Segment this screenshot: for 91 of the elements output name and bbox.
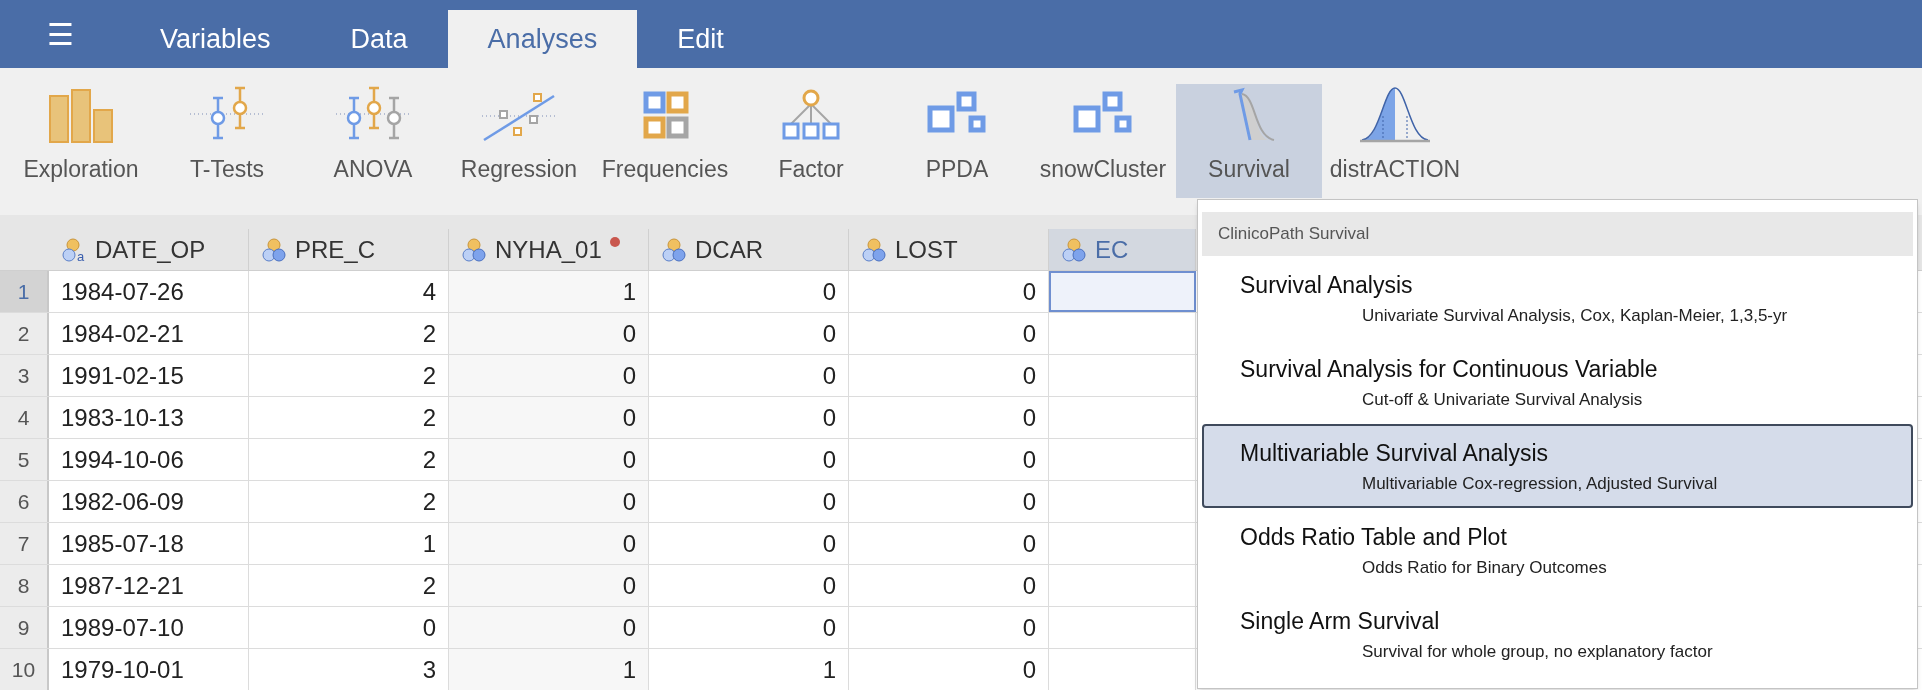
table-cell: 0 [649, 607, 849, 648]
menu-section-header: ClinicoPath Survival [1202, 212, 1913, 256]
row-number[interactable]: 1 [0, 271, 49, 312]
table-cell: 1 [649, 649, 849, 690]
menu-item[interactable]: Survival Analysis Univariate Survival Analysis, Cox, Kaplan-Meier, 1,3,5-yr [1202, 256, 1913, 340]
table-cell: 0 [649, 355, 849, 396]
menu-item-title: Multivariable Survival Analysis [1240, 439, 1549, 468]
toolbar-button[interactable]: T-Tests [154, 84, 300, 198]
table-cell: 0 [649, 397, 849, 438]
table-cell: 0 [849, 649, 1049, 690]
table-cell: 0 [449, 481, 649, 522]
toolbar-button[interactable]: PPDA [884, 84, 1030, 198]
toolbar-button[interactable]: snowCluster [1030, 84, 1176, 198]
row-number[interactable]: 10 [0, 649, 49, 690]
nominal-variable-icon [861, 236, 887, 263]
menu-item-title: Survival Analysis for Continuous Variable [1240, 355, 1658, 384]
table-cell: 0 [849, 481, 1049, 522]
toolbar-button[interactable]: Exploration [8, 84, 154, 198]
tab[interactable]: Data [310, 10, 448, 68]
table-cell: 0 [649, 313, 849, 354]
table-cell: 1991-02-15 [49, 355, 249, 396]
menu-item-description: Odds Ratio for Binary Outcomes [1361, 556, 1607, 579]
tab[interactable]: Analyses [447, 10, 638, 68]
menu-item-description: Survival for whole group, no explanatory factor [1361, 640, 1713, 663]
table-cell: 1984-07-26 [49, 271, 249, 312]
column-header[interactable]: EC [1049, 229, 1196, 270]
table-cell: 0 [449, 523, 649, 564]
table-cell: 0 [849, 607, 1049, 648]
menu-item-description: Multivariable Cox-regression, Adjusted Survival [1361, 472, 1718, 495]
toolbar-button[interactable]: Frequencies [592, 84, 738, 198]
table-cell: 1985-07-18 [49, 523, 249, 564]
table-cell: 0 [849, 397, 1049, 438]
row-number[interactable]: 3 [0, 355, 49, 396]
table-cell: 0 [449, 607, 649, 648]
row-number[interactable]: 7 [0, 523, 49, 564]
tab[interactable]: Variables [120, 10, 311, 68]
toolbar-button[interactable]: ANOVA [300, 84, 446, 198]
menu-item-title: Survival Analysis [1240, 271, 1413, 300]
column-header[interactable]: DCAR [649, 229, 849, 270]
menu-item-title: Single Arm Survival [1240, 607, 1440, 636]
toolbar-button[interactable]: Survival [1176, 84, 1322, 198]
table-cell: 1982-06-09 [49, 481, 249, 522]
table-cell: 0 [649, 439, 849, 480]
table-cell: 0 [649, 481, 849, 522]
table-cell: 0 [449, 565, 649, 606]
table-cell: 0 [849, 523, 1049, 564]
menu-item[interactable]: Odds Ratio Table and Plot Odds Ratio for Binary Outcomes [1202, 508, 1913, 592]
menu-item[interactable]: Multivariable Survival Analysis Multivariable Cox-regression, Adjusted Survival [1202, 424, 1913, 508]
table-cell: 0 [849, 565, 1049, 606]
table-cell: 0 [449, 313, 649, 354]
tab[interactable]: Edit [637, 10, 764, 68]
menu-item[interactable]: Survival Analysis for Continuous Variable Cut-off & Univariate Survival Analysis [1202, 340, 1913, 424]
table-cell: 1 [449, 649, 649, 690]
table-cell: 1 [449, 271, 649, 312]
row-number[interactable]: 5 [0, 439, 49, 480]
column-header[interactable]: NYHA_01 [449, 229, 649, 270]
nominal-variable-icon [261, 236, 287, 263]
row-number[interactable]: 6 [0, 481, 49, 522]
table-cell: 1979-10-01 [49, 649, 249, 690]
column-header[interactable]: LOST [849, 229, 1049, 270]
table-cell: 1984-02-21 [49, 313, 249, 354]
toolbar-button[interactable]: Regression [446, 84, 592, 198]
toolbar-button[interactable]: Factor [738, 84, 884, 198]
row-number[interactable]: 2 [0, 313, 49, 354]
row-number[interactable]: 4 [0, 397, 49, 438]
column-header[interactable]: PRE_C [249, 229, 449, 270]
table-cell: 1987-12-21 [49, 565, 249, 606]
table-cell: 1983-10-13 [49, 397, 249, 438]
menu-button[interactable]: ☰ [0, 0, 120, 68]
table-cell: 0 [649, 523, 849, 564]
menu-item-description: Cut-off & Univariate Survival Analysis [1361, 388, 1643, 411]
nominal-variable-icon [461, 236, 487, 263]
table-cell: 0 [649, 565, 849, 606]
nominal-variable-icon [1061, 236, 1087, 263]
row-number[interactable]: 8 [0, 565, 49, 606]
menu-item[interactable]: Single Arm Survival Survival for whole group, no explanatory factor [1202, 592, 1913, 676]
table-cell: 1989-07-10 [49, 607, 249, 648]
column-header[interactable]: a DATE_OP [49, 229, 249, 270]
table-cell: 0 [449, 397, 649, 438]
table-cell: 0 [849, 313, 1049, 354]
menu-item-title: Odds Ratio Table and Plot [1240, 523, 1507, 552]
table-cell: 0 [649, 271, 849, 312]
table-cell: 0 [449, 439, 649, 480]
table-cell: 0 [449, 355, 649, 396]
toolbar-button[interactable]: distrACTION [1322, 84, 1468, 198]
menu-item-description: Univariate Survival Analysis, Cox, Kaplan-Meier, 1,3,5-yr [1361, 304, 1788, 327]
table-cell: 0 [849, 439, 1049, 480]
table-cell: 1994-10-06 [49, 439, 249, 480]
nominal-variable-icon [661, 236, 687, 263]
table-cell: 0 [849, 355, 1049, 396]
row-number[interactable]: 9 [0, 607, 49, 648]
